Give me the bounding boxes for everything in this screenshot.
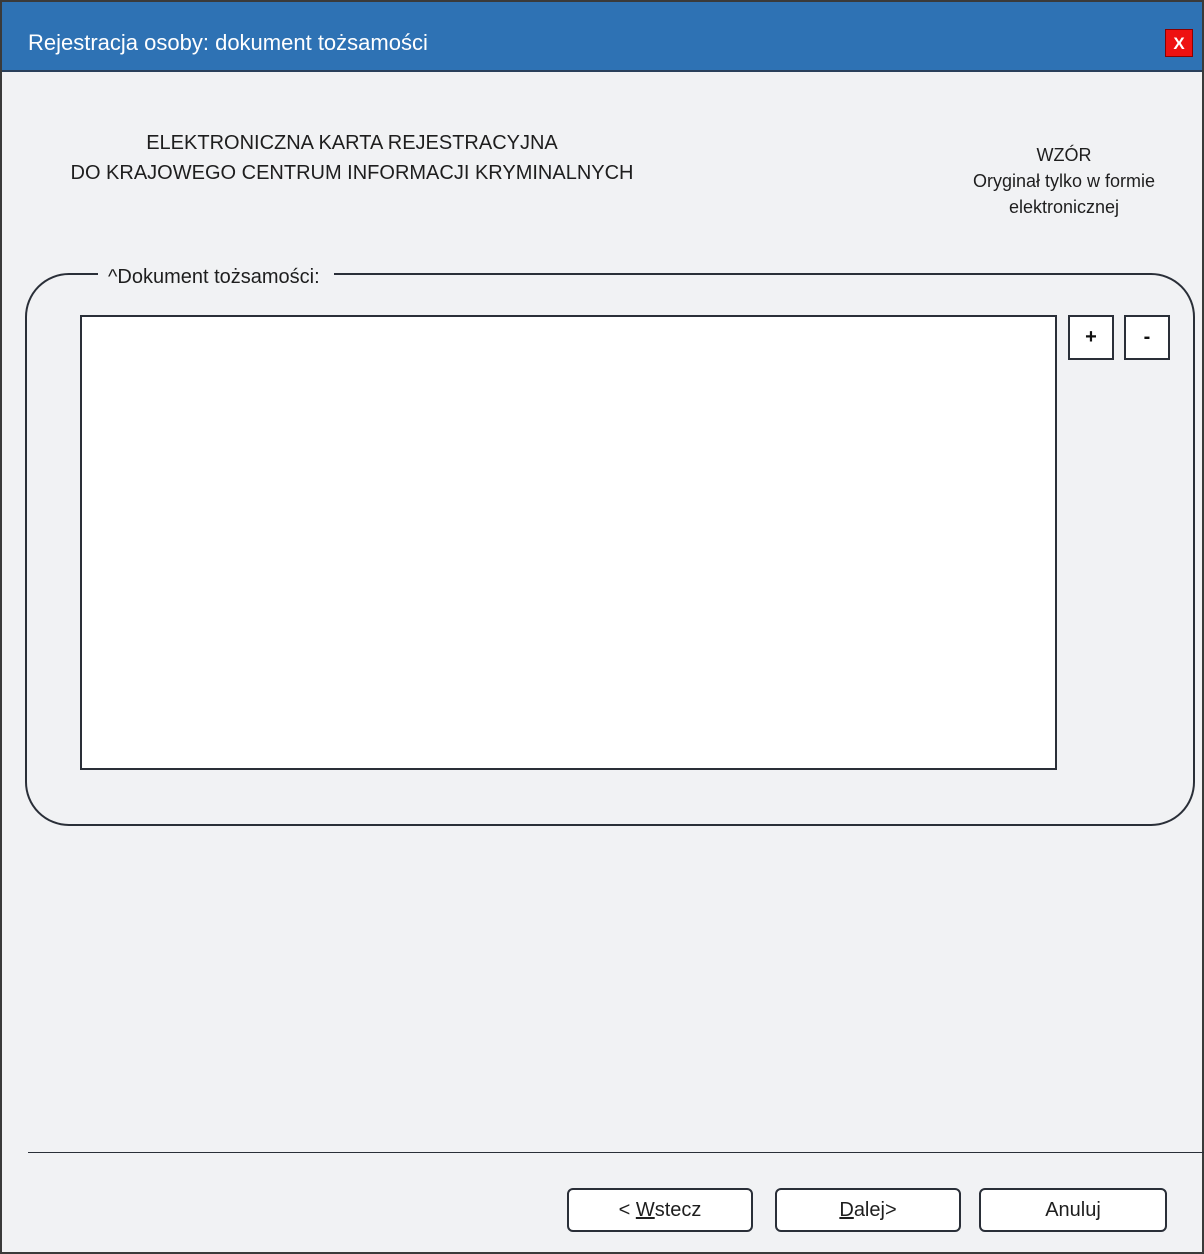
next-button-label: alej> — [853, 1199, 897, 1221]
specimen-stamp-line3: elektronicznej — [1008, 197, 1120, 217]
form-header: ELEKTRONICZNA KARTA REJESTRACYJNA DO KRA… — [2, 128, 702, 188]
specimen-stamp-line2: Oryginał tylko w formie — [972, 171, 1156, 191]
window-title: Rejestracja osoby: dokument tożsamości — [28, 30, 428, 55]
back-button-label: stecz — [654, 1199, 702, 1221]
specimen-stamp: WZÓR Oryginał tylko w formie elektronicz… — [942, 142, 1186, 220]
title-bar[interactable]: Rejestracja osoby: dokument tożsamości X — [2, 2, 1202, 72]
cancel-button[interactable]: Anuluj — [979, 1188, 1167, 1232]
form-header-line2: DO KRAJOWEGO CENTRUM INFORMACJI KRYMINAL… — [70, 162, 634, 184]
next-button[interactable]: Dalej> — [775, 1188, 961, 1232]
back-button-prefix: < — [618, 1199, 636, 1221]
identity-document-list[interactable] — [80, 315, 1057, 770]
footer-separator — [28, 1152, 1204, 1153]
form-header-line1: ELEKTRONICZNA KARTA REJESTRACYJNA — [146, 132, 558, 154]
add-document-button[interactable]: + — [1068, 315, 1114, 360]
back-button-mnemonic: W — [635, 1199, 655, 1221]
close-button[interactable]: X — [1165, 29, 1193, 57]
specimen-stamp-line1: WZÓR — [1036, 145, 1092, 165]
remove-document-button[interactable]: - — [1124, 315, 1170, 360]
next-button-mnemonic: D — [839, 1199, 854, 1221]
back-button[interactable]: < Wstecz — [567, 1188, 753, 1232]
dialog-window: Rejestracja osoby: dokument tożsamości X… — [0, 0, 1204, 1254]
identity-document-group-label: ^Dokument tożsamości: — [98, 266, 334, 289]
